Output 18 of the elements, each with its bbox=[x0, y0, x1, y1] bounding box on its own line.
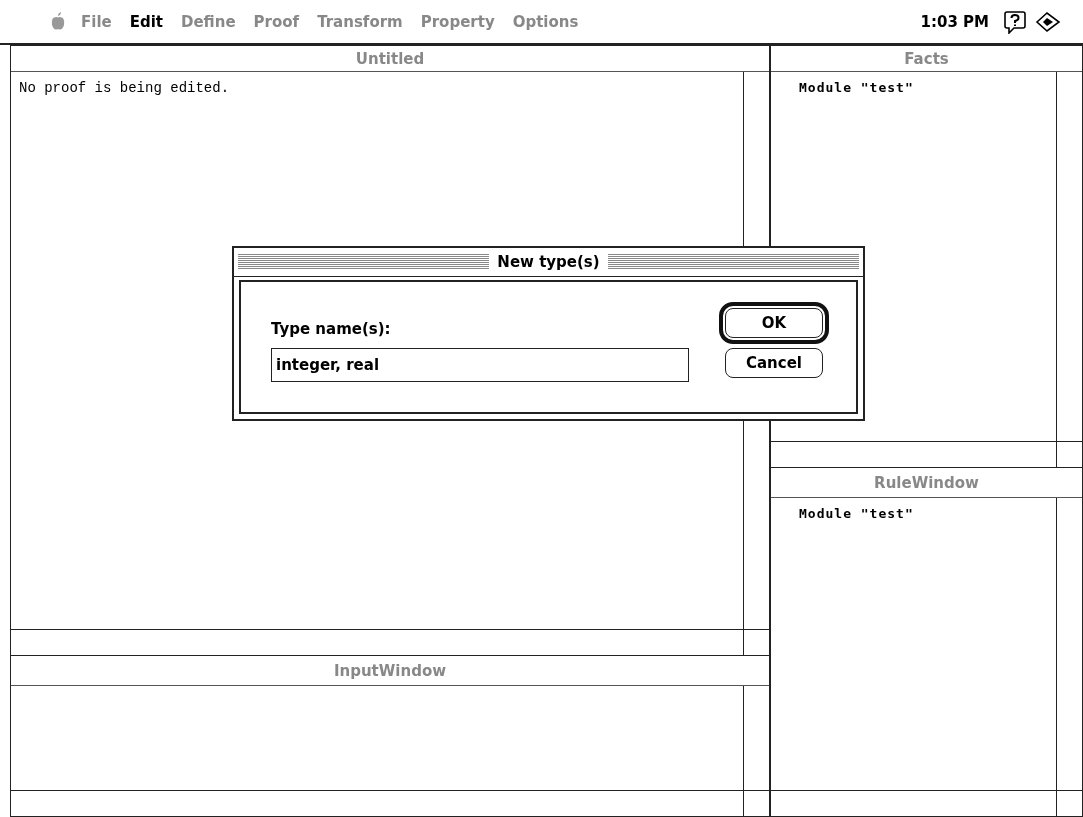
application-icon[interactable] bbox=[1035, 10, 1061, 33]
window-title: RuleWindow bbox=[771, 468, 1082, 498]
clock: 1:03 PM bbox=[920, 12, 989, 31]
window-title: Untitled bbox=[11, 46, 769, 72]
field-label: Type name(s): bbox=[271, 320, 392, 338]
dialog-title: New type(s) bbox=[497, 253, 600, 271]
apple-icon[interactable] bbox=[50, 12, 66, 31]
dialog-button[interactable]: Cancel bbox=[725, 348, 823, 378]
input-field[interactable]: integer, real bbox=[271, 348, 689, 382]
horizontal-scrollbar[interactable] bbox=[11, 790, 769, 816]
window-text: Module "test" bbox=[798, 79, 915, 97]
help-icon[interactable] bbox=[1003, 9, 1027, 34]
window-text: No proof is being edited. bbox=[18, 79, 231, 98]
window-title: InputWindow bbox=[11, 656, 769, 686]
window-title: Facts bbox=[771, 46, 1082, 72]
horizontal-scrollbar[interactable] bbox=[771, 790, 1082, 816]
menu-item[interactable]: Edit bbox=[120, 12, 172, 31]
window-text: Module "test" bbox=[798, 505, 915, 523]
